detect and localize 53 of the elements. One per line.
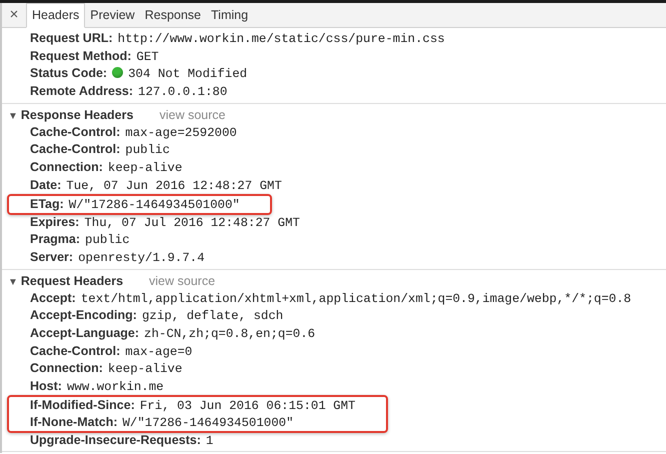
header-value: Fri, 03 Jun 2016 06:15:01 GMT [140, 398, 356, 413]
header-name: Remote Address: [30, 84, 134, 98]
header-name: Connection: [30, 361, 103, 376]
view-source-link[interactable]: view source [149, 274, 216, 288]
header-name: Accept: [30, 290, 76, 305]
header-name: Request URL: [30, 31, 113, 45]
tab[interactable]: Timing [206, 3, 254, 27]
header-value: keep-alive [108, 362, 182, 376]
header-name: Status Code: [30, 66, 108, 80]
header-value: text/html,application/xhtml+xml,application/xml;q=0.9,image/webp,*/*;q=0.8 [80, 292, 632, 306]
header-value: max-age=2592000 [125, 126, 237, 140]
header-name: Host: [30, 379, 62, 393]
header-value: public [125, 143, 170, 158]
header-value: keep-alive [108, 161, 182, 176]
header-name: Cache-Control: [30, 142, 120, 156]
toggle-icon[interactable]: ▼ [8, 108, 18, 126]
header-name: Request Method: [30, 48, 132, 63]
header-value: http://www.workin.me/static/css/pure-min.css [118, 32, 445, 46]
header-name: Server: [30, 250, 74, 264]
header-name: If-None-Match: [30, 414, 118, 429]
tab[interactable]: Response [140, 3, 206, 27]
header-value: W/"17286-1464934501000" [68, 198, 240, 212]
header-value: 304 Not Modified [128, 67, 248, 82]
section-title[interactable]: Response Headers [20, 108, 134, 122]
toggle-icon[interactable]: ▼ [8, 274, 18, 292]
header-name: ETag: [30, 196, 64, 210]
header-value: GET [136, 50, 159, 64]
header-name: If-Modified-Since: [30, 398, 135, 412]
header-name: Date: [30, 178, 62, 192]
header-value: 1 [206, 434, 214, 448]
header-name: Cache-Control: [30, 124, 120, 139]
header-value: zh-CN,zh;q=0.8,en;q=0.6 [144, 326, 316, 341]
header-value: Tue, 07 Jun 2016 12:48:27 GMT [66, 178, 282, 193]
header-value: public [85, 233, 130, 248]
header-value: gzip, deflate, sdch [142, 309, 284, 324]
header-name: Accept-Language: [30, 326, 140, 340]
header-name: Pragma: [30, 232, 80, 246]
view-source-link[interactable]: view source [159, 108, 226, 122]
header-name: Accept-Encoding: [30, 308, 137, 322]
tab[interactable]: Headers [26, 3, 86, 28]
close-button[interactable]: × [2, 3, 26, 27]
header-value: openresty/1.9.7.4 [78, 250, 204, 265]
header-name: Connection: [30, 160, 103, 174]
header-value: 127.0.0.1:80 [138, 85, 228, 100]
section-title[interactable]: Request Headers [20, 274, 124, 288]
header-value: Thu, 07 Jul 2016 12:48:27 GMT [84, 216, 300, 230]
header-name: Expires: [30, 214, 80, 228]
header-value: max-age=0 [125, 344, 192, 359]
header-value: www.workin.me [66, 380, 164, 394]
tab[interactable]: Preview [85, 3, 140, 27]
header-value: W/"17286-1464934501000" [122, 416, 294, 430]
header-name: Cache-Control: [30, 344, 120, 358]
header-name: Upgrade-Insecure-Requests: [30, 432, 201, 447]
